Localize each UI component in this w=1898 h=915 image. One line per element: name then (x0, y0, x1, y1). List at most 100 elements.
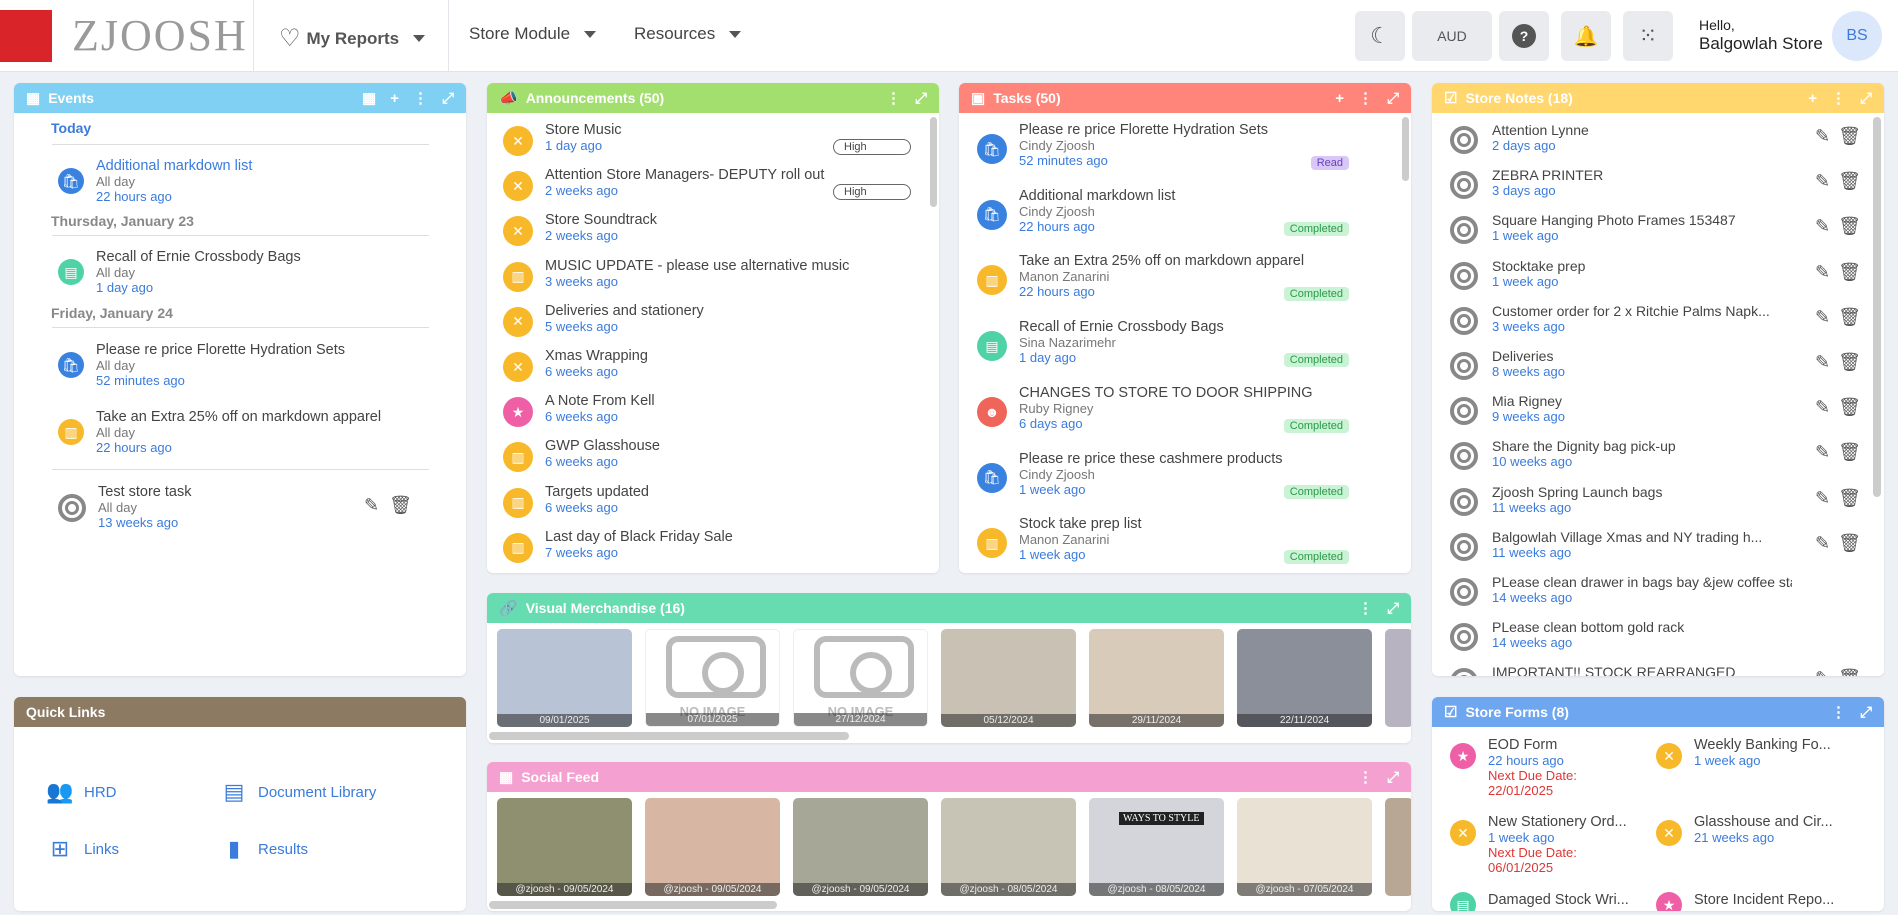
quick-link-links[interactable]: ⊞ Links (46, 836, 119, 862)
edit-icon[interactable]: ✎ (1815, 352, 1830, 373)
note-item[interactable]: Attention Lynne 2 days ago ✎ 🗑 (1450, 122, 1861, 154)
announcement-item[interactable]: ✕ Store Soundtrack 2 weeks ago (503, 212, 913, 247)
social-post-partial[interactable] (1385, 798, 1411, 896)
trash-icon[interactable]: 🗑 (1838, 352, 1861, 373)
quick-link-hrd[interactable]: 👥 HRD (46, 779, 116, 805)
add-icon[interactable]: + (1808, 91, 1817, 106)
social-post[interactable]: @zjoosh - 09/05/2024 (793, 798, 928, 896)
announcement-item[interactable]: ✕ Xmas Wrapping 6 weeks ago (503, 348, 913, 382)
trash-icon[interactable]: 🗑 (1838, 216, 1861, 237)
scrollbar[interactable] (930, 117, 937, 207)
edit-icon[interactable]: ✎ (1815, 397, 1830, 418)
announcement-item[interactable]: ✕ Attention Store Managers- DEPUTY roll o… (503, 167, 913, 202)
expand-icon[interactable]: ⤢ (1387, 91, 1399, 106)
social-post[interactable]: @zjoosh - 09/05/2024 (497, 798, 632, 896)
note-item[interactable]: Share the Dignity bag pick-up 10 weeks ag… (1450, 438, 1861, 471)
more-icon[interactable]: ⋮ (413, 91, 428, 106)
note-item[interactable]: PLease clean bottom gold rack 14 weeks ag… (1450, 619, 1850, 652)
vm-thumbnail[interactable]: 29/11/2024 (1089, 629, 1224, 727)
note-item[interactable]: Mia Rigney 9 weeks ago ✎ 🗑 (1450, 393, 1861, 426)
edit-icon[interactable]: ✎ (1815, 126, 1830, 147)
announcement-item[interactable]: ▥ GWP Glasshouse 6 weeks ago (503, 438, 913, 473)
event-item[interactable]: 🛍 Please re price Florette Hydration Set… (58, 342, 466, 388)
task-item[interactable]: ☻ CHANGES TO STORE TO DOOR SHIPPING Ruby R… (977, 385, 1397, 445)
social-post[interactable]: @zjoosh - 09/05/2024 (645, 798, 780, 896)
vm-thumbnail-partial[interactable] (1385, 629, 1411, 727)
event-item[interactable]: 🛍 Additional markdown list All day 22 hour… (58, 158, 466, 204)
note-item[interactable]: Zjoosh Spring Launch bags 11 weeks ago ✎ 🗑 (1450, 484, 1861, 516)
event-item[interactable]: ▥ Take an Extra 25% off on markdown appa… (58, 409, 466, 455)
note-item[interactable]: PLease clean drawer in bags bay &jew cof… (1450, 574, 1850, 606)
vm-thumbnail[interactable]: NO IMAGE 27/12/2024 (793, 629, 928, 727)
scrollbar[interactable] (1873, 117, 1881, 497)
edit-icon[interactable]: ✎ (1815, 533, 1830, 554)
task-item[interactable]: ▥ Stock take prep list Manon Zanarini 1 wee… (977, 516, 1397, 573)
scrollbar[interactable] (1402, 117, 1409, 181)
edit-icon[interactable]: ✎ (1815, 668, 1830, 676)
edit-icon[interactable]: ✎ (364, 495, 379, 516)
brand-logo[interactable]: ZJOOSH (72, 10, 248, 61)
task-item[interactable]: 🛍 Please re price Florette Hydration Sets… (977, 122, 1397, 182)
note-item[interactable]: Customer order for 2 x Ritchie Palms Nap… (1450, 303, 1861, 335)
announcement-item[interactable]: ▥ Targets updated 6 weeks ago (503, 484, 913, 518)
quick-link-document-library[interactable]: ▤ Document Library (220, 779, 377, 805)
trash-icon[interactable]: 🗑 (1838, 262, 1861, 283)
social-post[interactable]: @zjoosh - 08/05/2024 (941, 798, 1076, 896)
more-icon[interactable]: ⋮ (1831, 705, 1846, 720)
task-item[interactable]: ▥ Take an Extra 25% off on markdown appar… (977, 253, 1397, 313)
expand-icon[interactable]: ⤢ (915, 91, 927, 106)
note-item[interactable]: Deliveries 8 weeks ago ✎ 🗑 (1450, 348, 1861, 380)
form-item[interactable]: ★ Store Incident Repo... (1656, 892, 1876, 911)
edit-icon[interactable]: ✎ (1815, 442, 1830, 463)
trash-icon[interactable]: 🗑 (1838, 533, 1861, 554)
task-item[interactable]: 🛍 Additional markdown list Cindy Zjoosh 22 … (977, 188, 1397, 248)
announcement-item[interactable]: ★ A Note From Kell 6 weeks ago (503, 393, 913, 428)
nav-resources[interactable]: Resources (634, 24, 742, 44)
trash-icon[interactable]: 🗑 (1838, 307, 1861, 328)
vm-thumbnail[interactable]: 22/11/2024 (1237, 629, 1372, 727)
social-post[interactable]: @zjoosh - 07/05/2024 (1237, 798, 1372, 896)
more-icon[interactable]: ⋮ (1358, 770, 1373, 785)
note-item[interactable]: Stocktake prep 1 week ago ✎ 🗑 (1450, 258, 1861, 290)
more-icon[interactable]: ⋮ (886, 91, 901, 106)
trash-icon[interactable]: 🗑 (1838, 668, 1861, 676)
expand-icon[interactable]: ⤢ (1387, 601, 1399, 616)
expand-icon[interactable]: ⤢ (442, 91, 454, 106)
task-item[interactable]: 🛍 Please re price these cashmere products… (977, 451, 1397, 511)
edit-icon[interactable]: ✎ (1815, 488, 1830, 509)
quick-link-results[interactable]: ▮ Results (220, 836, 308, 862)
more-icon[interactable]: ⋮ (1358, 601, 1373, 616)
edit-icon[interactable]: ✎ (1815, 307, 1830, 328)
task-item[interactable]: ▤ Recall of Ernie Crossbody Bags Sina Naza… (977, 319, 1397, 379)
note-item[interactable]: IMPORTANT!! STOCK REARRANGED ✎ 🗑 (1450, 664, 1861, 676)
vm-thumbnail[interactable]: 09/01/2025 (497, 629, 632, 727)
announcement-item[interactable]: ✕ Deliveries and stationery 5 weeks ago (503, 303, 913, 337)
trash-icon[interactable]: 🗑 (1838, 397, 1861, 418)
note-item[interactable]: ZEBRA PRINTER 3 days ago ✎ 🗑 (1450, 167, 1861, 200)
trash-icon[interactable]: 🗑 (1838, 442, 1861, 463)
note-item[interactable]: Square Hanging Photo Frames 153487 1 week… (1450, 212, 1861, 245)
event-item[interactable]: ▤ Recall of Ernie Crossbody Bags All day 1… (58, 249, 466, 295)
form-item[interactable]: ▤ Damaged Stock Wri... (1450, 892, 1650, 911)
more-icon[interactable]: ⋮ (1358, 91, 1373, 106)
currency-button[interactable]: AUD (1412, 11, 1492, 61)
notifications-button[interactable]: 🔔 (1561, 11, 1611, 61)
apps-button[interactable]: ⁙ (1623, 11, 1673, 61)
edit-icon[interactable]: ✎ (1815, 216, 1830, 237)
trash-icon[interactable]: 🗑 (1838, 488, 1861, 509)
add-icon[interactable]: + (1335, 91, 1344, 106)
help-button[interactable]: ? (1499, 11, 1549, 61)
edit-icon[interactable]: ✎ (1815, 171, 1830, 192)
announcement-item[interactable]: ✕ Store Music 1 day ago High (503, 122, 913, 156)
dark-mode-button[interactable]: ☾ (1355, 11, 1405, 61)
form-item[interactable]: ✕ Weekly Banking Fo... 1 week ago (1656, 737, 1876, 769)
calendar-view-icon[interactable]: ▦ (362, 91, 376, 106)
announcement-item[interactable]: ▥ MUSIC UPDATE - please use alternative m… (503, 258, 913, 292)
social-post[interactable]: WAYS TO STYLE @zjoosh - 08/05/2024 (1089, 798, 1224, 896)
horizontal-scrollbar[interactable] (489, 732, 849, 740)
vm-thumbnail[interactable]: NO IMAGE 07/01/2025 (645, 629, 780, 727)
note-item[interactable]: Balgowlah Village Xmas and NY trading h.… (1450, 529, 1861, 561)
vm-thumbnail[interactable]: 05/12/2024 (941, 629, 1076, 727)
form-item[interactable]: ✕ New Stationery Ord... 1 week ago Next Du… (1450, 814, 1650, 875)
trash-icon[interactable]: 🗑 (1838, 171, 1861, 192)
